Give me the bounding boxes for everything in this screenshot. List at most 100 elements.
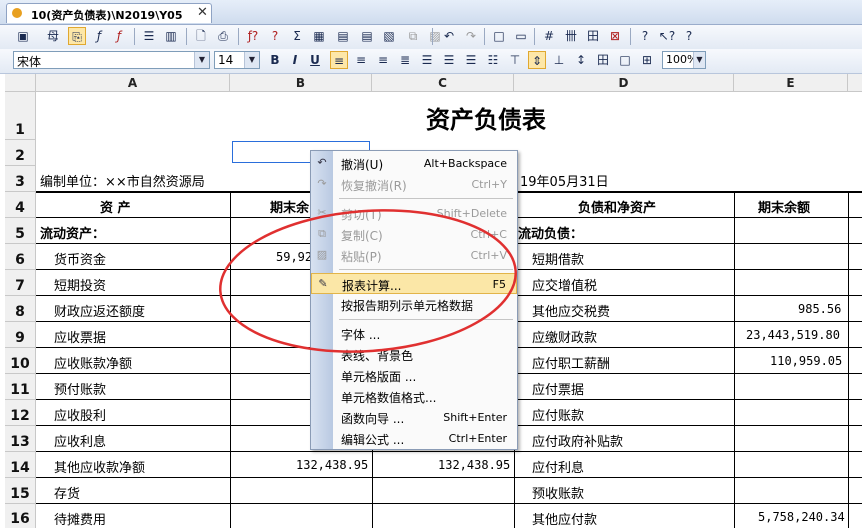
col-icon[interactable]: ▥ <box>162 27 180 45</box>
valign-fit-icon[interactable]: ↕ <box>572 51 590 69</box>
menu-item-period-data[interactable]: 按报告期列示单元格数据 <box>311 294 517 315</box>
asset-item[interactable]: 应收利息 <box>54 431 106 450</box>
menu-item-paste[interactable]: ▨ 粘贴(P) Ctrl+V <box>311 245 517 266</box>
asset-item[interactable]: 预付账款 <box>54 379 106 398</box>
chevron-down-icon[interactable]: ▼ <box>693 52 705 68</box>
border-inner-icon[interactable]: ⊞ <box>638 51 656 69</box>
cell-e9[interactable]: 23,443,519.80 <box>746 328 840 342</box>
align-top-icon[interactable]: ☰ <box>462 51 480 69</box>
calc-icon[interactable]: ▦ <box>310 27 328 45</box>
align-indent-icon[interactable]: ☰ <box>418 51 436 69</box>
cell-b6[interactable]: 59,92 <box>276 250 312 264</box>
align-justify-icon[interactable]: ☰ <box>440 51 458 69</box>
align-center-icon[interactable]: ≡ <box>352 51 370 69</box>
asset-item[interactable]: 其他应收款净额 <box>54 457 145 476</box>
chevron-down-icon[interactable]: ▼ <box>244 52 259 68</box>
menu-item-undo[interactable]: ↶ 撤消(U) Alt+Backspace <box>311 153 517 174</box>
cell-c14[interactable]: 132,438.95 <box>438 458 510 472</box>
whatsthis-icon[interactable]: ↖? <box>658 27 676 45</box>
row-header[interactable]: 2 <box>5 140 36 166</box>
border-all-icon[interactable]: 田 <box>594 51 612 69</box>
row-header[interactable]: 12 <box>5 400 36 426</box>
cell-icon[interactable]: ▧ <box>380 27 398 45</box>
row-header[interactable]: 7 <box>5 270 36 296</box>
cross-icon[interactable]: ⊠ <box>606 27 624 45</box>
row-header[interactable]: 9 <box>5 322 36 348</box>
menu-item-cut[interactable]: ✂ 剪切(T) Shift+Delete <box>311 203 517 224</box>
column-header-e[interactable]: E <box>734 74 848 92</box>
menu-item-calc[interactable]: ✎ 报表计算... F5 <box>311 273 517 294</box>
border-icon[interactable]: □ <box>490 27 508 45</box>
check-formula-icon[interactable]: ? <box>266 27 284 45</box>
liability-item[interactable]: 应付利息 <box>532 457 584 476</box>
close-icon[interactable]: ✕ <box>197 5 208 20</box>
liability-item[interactable]: 短期借款 <box>532 249 584 268</box>
asset-item[interactable]: 流动资产： <box>40 223 105 242</box>
fx-icon[interactable]: ƒ <box>90 27 108 45</box>
menu-item-copy[interactable]: ⧉ 复制(C) Ctrl+C <box>311 224 517 245</box>
align-right-icon[interactable]: ≡ <box>374 51 392 69</box>
liability-item[interactable]: 应付票据 <box>532 379 584 398</box>
corner-cell[interactable] <box>5 74 36 92</box>
menu-item-cell-layout[interactable]: 单元格版面 ... <box>311 365 517 386</box>
liability-item[interactable]: 其他应交税费 <box>532 301 610 320</box>
grid-icon[interactable]: ▤ <box>334 27 352 45</box>
row-icon[interactable]: ☰ <box>140 27 158 45</box>
column-header-f[interactable] <box>848 74 862 92</box>
row-header[interactable]: 10 <box>5 348 36 374</box>
grid2-icon[interactable]: ▤ <box>358 27 376 45</box>
document-tab[interactable]: 10(资产负债表)\N2019\Y05 ✕ <box>6 3 212 23</box>
align-fill-icon[interactable]: ☷ <box>484 51 502 69</box>
row-header[interactable]: 3 <box>5 166 36 192</box>
asset-item[interactable]: 货币资金 <box>54 249 106 268</box>
column-header-c[interactable]: C <box>372 74 514 92</box>
liability-item[interactable]: 预收账款 <box>532 483 584 502</box>
zoom-select[interactable]: 100% ▼ <box>662 51 706 69</box>
row-header[interactable]: 6 <box>5 244 36 270</box>
chevron-down-icon[interactable]: ▼ <box>194 52 209 68</box>
row-header[interactable]: 11 <box>5 374 36 400</box>
row-header[interactable]: 14 <box>5 452 36 478</box>
asset-item[interactable]: 应收股利 <box>54 405 106 424</box>
menu-item-function-wizard[interactable]: 函数向导 ... Shift+Enter <box>311 407 517 428</box>
hash-icon[interactable]: # <box>540 27 558 45</box>
row-header[interactable]: 13 <box>5 426 36 452</box>
font-select[interactable]: 宋体 ▼ <box>13 51 210 69</box>
asset-item[interactable]: 存货 <box>54 483 80 502</box>
row-header[interactable]: 5 <box>5 218 36 244</box>
liability-item[interactable]: 应交增值税 <box>532 275 597 294</box>
undo-icon[interactable]: ↶ <box>440 27 458 45</box>
valign-bottom-icon[interactable]: ⊥ <box>550 51 568 69</box>
row-header[interactable]: 4 <box>5 192 36 218</box>
row-header[interactable]: 1 <box>5 92 36 140</box>
asset-item[interactable]: 财政应返还额度 <box>54 301 145 320</box>
italic-button[interactable]: I <box>286 51 304 69</box>
table2-icon[interactable]: 田 <box>584 27 602 45</box>
cell-e10[interactable]: 110,959.05 <box>770 354 842 368</box>
table-icon[interactable]: 卌 <box>562 27 580 45</box>
sum-icon[interactable]: Σ <box>288 27 306 45</box>
help-icon[interactable]: ? <box>636 27 654 45</box>
asset-item[interactable]: 应收账款净额 <box>54 353 132 372</box>
font-size-select[interactable]: 14 ▼ <box>214 51 260 69</box>
asset-item[interactable]: 待摊费用 <box>54 509 106 528</box>
border-outer-icon[interactable]: □ <box>616 51 634 69</box>
liability-item[interactable]: 流动负债： <box>518 223 583 242</box>
border2-icon[interactable]: ▭ <box>512 27 530 45</box>
liability-item[interactable]: 应付职工薪酬 <box>532 353 610 372</box>
preview-icon[interactable]: ⎘ <box>68 27 86 45</box>
copy-tb-icon[interactable]: ⧉ <box>404 27 422 45</box>
column-header-b[interactable]: B <box>230 74 372 92</box>
valign-middle-icon[interactable]: ⇕ <box>528 51 546 69</box>
asset-item[interactable]: 短期投资 <box>54 275 106 294</box>
column-header-d[interactable]: D <box>514 74 734 92</box>
menu-item-redo[interactable]: ↷ 恢复撤消(R) Ctrl+Y <box>311 174 517 195</box>
row-header[interactable]: 16 <box>5 504 36 528</box>
align-dist-icon[interactable]: ≣ <box>396 51 414 69</box>
liability-item[interactable]: 其他应付款 <box>532 509 597 528</box>
menu-item-font[interactable]: 字体 ... <box>311 323 517 344</box>
menu-item-border-bg[interactable]: 表线、背景色 <box>311 344 517 365</box>
cell-e16[interactable]: 5,758,240.34 <box>758 510 845 524</box>
underline-button[interactable]: U <box>306 51 324 69</box>
asset-item[interactable]: 应收票据 <box>54 327 106 346</box>
